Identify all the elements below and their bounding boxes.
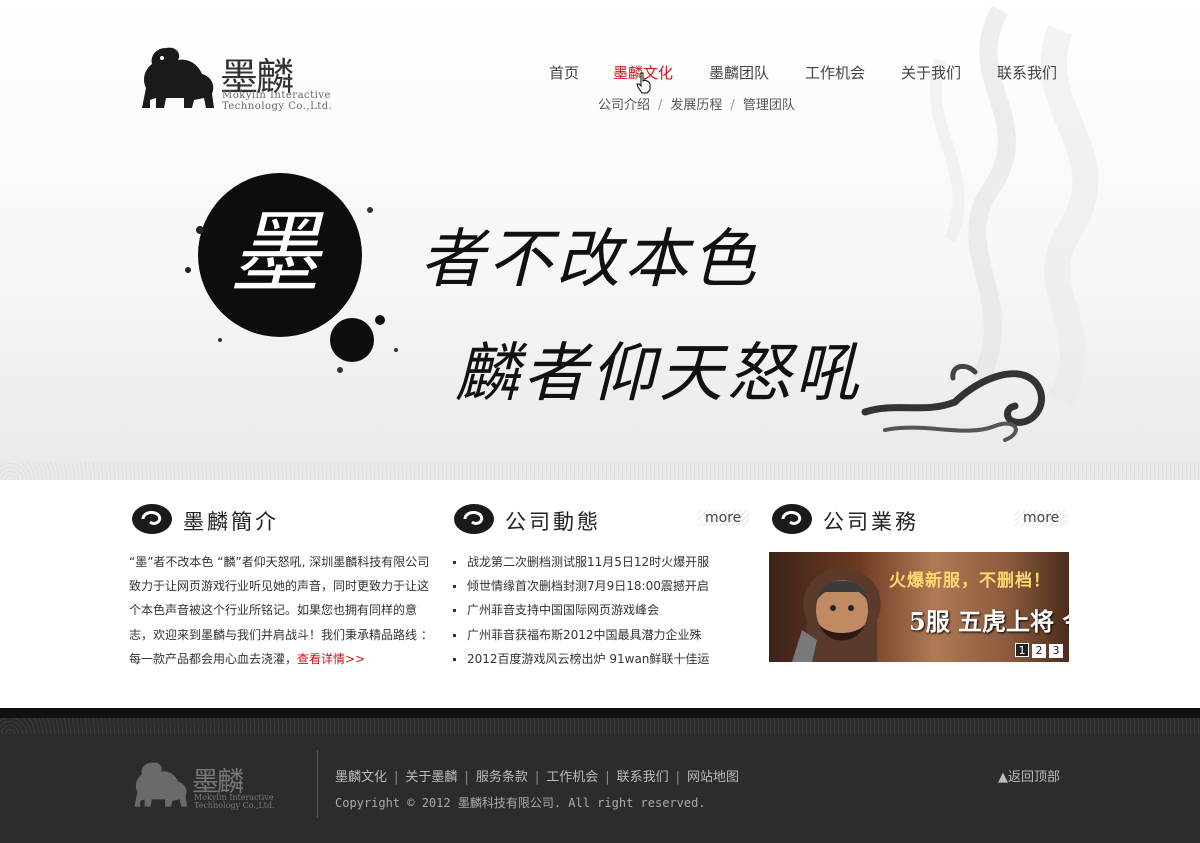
about-intro-text: “墨”者不改本色 “麟”者仰天怒吼, 深圳墨麟科技有限公司致力于让网页游戏行业听… (129, 550, 434, 671)
nav-item-contact[interactable]: 联系我们 (997, 62, 1057, 83)
hero-slogan-line1: 者不改本色 (420, 223, 760, 297)
ink-swirl-icon (132, 504, 172, 534)
logo-english-text: Mokylin Interactive Technology Co.,Ltd. (222, 90, 332, 112)
footer-link-separator: | (464, 770, 469, 785)
news-item[interactable]: 2012百度游戏风云榜出炉 91wan鲜联十佳运 (451, 647, 721, 671)
news-more-link[interactable]: more (697, 510, 750, 526)
footer-links: 墨麟文化 | 关于墨麟 | 服务条款 | 工作机会 | 联系我们 | 网站地图 (335, 766, 739, 785)
footer-logo-english: Mokylin Interactive Technology Co.,Ltd. (194, 794, 275, 810)
footer-divider (317, 750, 318, 818)
banner-page-1[interactable]: 1 (1015, 643, 1029, 657)
ink-swirl-icon (772, 504, 812, 534)
footer-link-separator: | (394, 770, 399, 785)
nav-item-home[interactable]: 首页 (549, 62, 579, 83)
nav-item-team[interactable]: 墨麟团队 (709, 62, 769, 83)
nav-item-jobs[interactable]: 工作机会 (805, 62, 865, 83)
footer-link-separator: | (534, 770, 540, 785)
auspicious-cloud-icon (861, 363, 1045, 442)
subnav-item-management[interactable]: 管理团队 (743, 98, 795, 113)
ink-character: 墨 (230, 201, 320, 306)
copyright-text: Copyright © 2012 墨麟科技有限公司. All right res… (335, 796, 706, 810)
footer: 墨麟 Mokylin Interactive Technology Co.,Lt… (0, 718, 1200, 843)
news-item[interactable]: 战龙第二次删档测试服11月5日12时火爆开服 (451, 550, 721, 574)
logo-en-line1: Mokylin Interactive (222, 90, 331, 101)
news-item[interactable]: 广州菲音获福布斯2012中国最具潜力企业殊 (451, 623, 721, 647)
footer-link-terms[interactable]: 服务条款 (476, 770, 528, 785)
about-title-text: 墨麟簡介 (183, 510, 279, 534)
hand-cursor-icon (636, 72, 651, 94)
ink-swirl-icon (454, 504, 494, 534)
logo-en-line2: Technology Co.,Ltd. (222, 101, 333, 112)
footer-link-culture[interactable]: 墨麟文化 (335, 770, 387, 785)
footer-link-contact[interactable]: 联系我们 (617, 770, 669, 785)
subnav-item-intro[interactable]: 公司介绍 (598, 98, 650, 113)
footer-link-separator: | (605, 770, 610, 785)
hero-section: 墨麟 Mokylin Interactive Technology Co.,Lt… (0, 0, 1200, 480)
about-paragraph: “墨”者不改本色 “麟”者仰天怒吼, 深圳墨麟科技有限公司致力于让网页游戏行业听… (129, 555, 433, 666)
business-more-link[interactable]: more (1015, 510, 1068, 526)
back-to-top-link[interactable]: ▲返回顶部 (998, 766, 1060, 785)
banner-page-2[interactable]: 2 (1032, 644, 1046, 658)
banner-page-3[interactable]: 3 (1049, 644, 1063, 658)
ink-blot-emblem: 墨 (160, 170, 420, 390)
news-list: 战龙第二次删档测试服11月5日12时火爆开服 倾世情缘首次删档封测7月9日18:… (451, 550, 721, 671)
game-banner[interactable]: 火爆新服，不删档！ 5服 五虎上将 今日 123 (769, 552, 1069, 662)
content-section: 墨麟簡介 “墨”者不改本色 “麟”者仰天怒吼, 深圳墨麟科技有限公司致力于让网页… (0, 480, 1200, 708)
banner-subtitle: 5服 五虎上将 今日 (909, 607, 1069, 636)
warrior-portrait-image (792, 568, 881, 662)
footer-pattern-strip (0, 718, 1200, 734)
about-title: 墨麟簡介 (129, 500, 429, 540)
footer-link-separator: | (675, 770, 681, 785)
view-details-link[interactable]: 查看详情>> (297, 652, 365, 666)
hero-pattern-strip (0, 462, 1200, 480)
nav-item-about[interactable]: 关于我们 (901, 62, 961, 83)
qilin-logo-icon (142, 47, 214, 108)
news-item[interactable]: 倾世情缘首次删档封测7月9日18:00震撼开启 (451, 574, 721, 598)
subnav-item-history[interactable]: 发展历程 (670, 98, 722, 113)
qilin-logo-icon (134, 762, 188, 807)
footer-link-jobs[interactable]: 工作机会 (546, 770, 598, 785)
news-item[interactable]: 广州菲音支持中国国际网页游戏峰会 (451, 598, 721, 622)
footer-link-about[interactable]: 关于墨麟 (405, 770, 457, 785)
subnav-separator: / (730, 98, 735, 113)
business-title-text: 公司業務 (823, 510, 919, 534)
site-logo[interactable]: 墨麟 Mokylin Interactive Technology Co.,Lt… (136, 40, 361, 116)
footer-top-bar (0, 708, 1200, 718)
banner-headline: 火爆新服，不删档！ (889, 571, 1051, 591)
hero-slogan-line2: 麟者仰天怒吼 (455, 337, 863, 411)
footer-logo[interactable]: 墨麟 Mokylin Interactive Technology Co.,Lt… (130, 756, 300, 816)
footer-logo-en-line2: Technology Co.,Ltd. (194, 801, 275, 810)
subnav-separator: / (658, 98, 663, 113)
sub-navigation: 公司介绍 / 发展历程 / 管理团队 (598, 94, 795, 113)
page: 墨麟 Mokylin Interactive Technology Co.,Lt… (0, 0, 1200, 843)
banner-pager: 123 (1012, 639, 1063, 658)
footer-link-sitemap[interactable]: 网站地图 (687, 770, 739, 785)
news-title-text: 公司動態 (505, 510, 601, 534)
